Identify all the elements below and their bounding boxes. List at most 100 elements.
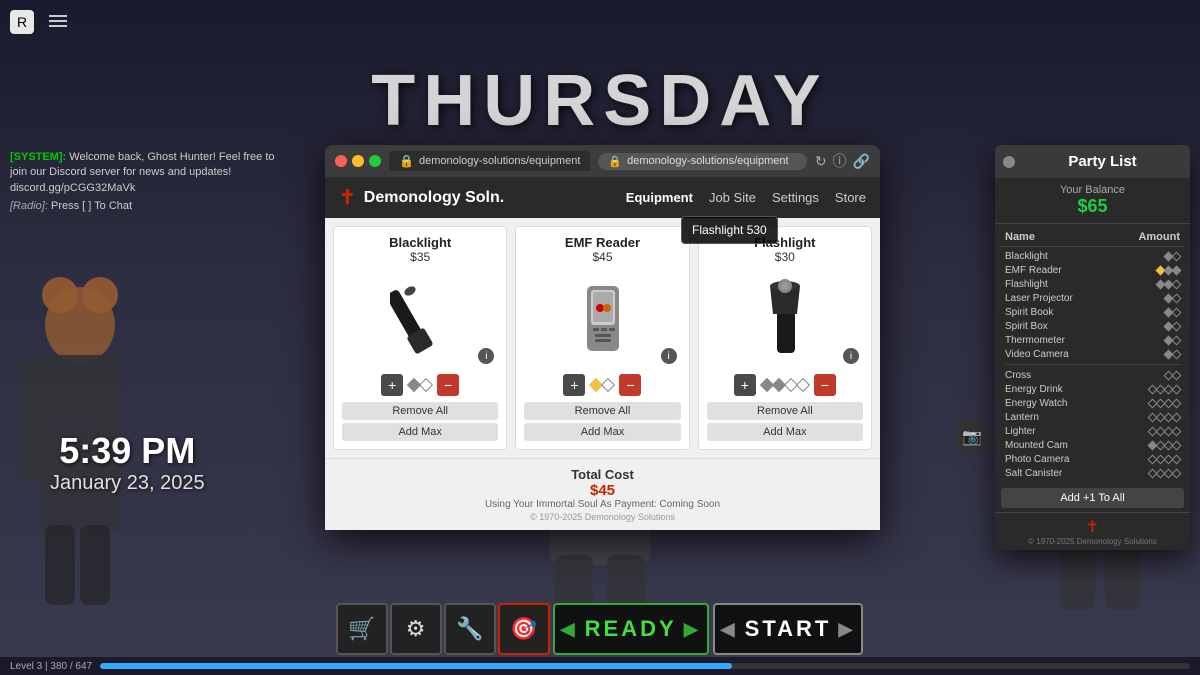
emfreader-qty-controls: + − (563, 374, 641, 396)
party-row-laserprojector: Laser Projector (1001, 291, 1184, 305)
tools-button[interactable]: 🔧 (444, 603, 496, 655)
nav-jobsite[interactable]: Job Site (709, 190, 756, 205)
settings-button[interactable]: ⚙ (390, 603, 442, 655)
maximize-button[interactable] (369, 155, 381, 167)
party-row-energywatch: Energy Watch (1001, 396, 1184, 410)
party-item-name: Energy Drink (1005, 384, 1063, 395)
target-button[interactable]: 🎯 (498, 603, 550, 655)
party-dots (1157, 281, 1180, 288)
dot (1172, 468, 1182, 478)
nav-settings[interactable]: Settings (772, 190, 819, 205)
emfreader-add-max-btn[interactable]: Add Max (524, 423, 680, 441)
flashlight-add-btn[interactable]: + (734, 374, 756, 396)
ready-label: READY (585, 616, 677, 642)
emfreader-remove-btn[interactable]: − (619, 374, 641, 396)
blacklight-remove-btn[interactable]: − (437, 374, 459, 396)
flashlight-price: $30 (775, 250, 795, 264)
party-item-name: Thermometer (1005, 335, 1065, 346)
party-item-name: Blacklight (1005, 251, 1048, 262)
dot (1172, 265, 1182, 275)
party-footer: ✝ © 1970-2025 Demonology Solutions (995, 512, 1190, 550)
level-text: Level 3 | 380 / 647 (10, 661, 92, 672)
level-bar-bg (100, 663, 1190, 669)
equipment-card-emfreader: EMF Reader $45 i (515, 226, 689, 450)
dot (1172, 307, 1182, 317)
radio-label: [Radio]: (10, 200, 48, 212)
emfreader-actions: Remove All Add Max (524, 402, 680, 441)
party-item-name: Flashlight (1005, 279, 1048, 290)
total-cost-value: $45 (333, 482, 872, 499)
ready-button[interactable]: READY (553, 603, 709, 655)
refresh-button[interactable]: ↻ (815, 153, 827, 170)
footer-note: Using Your Immortal Soul As Payment: Com… (333, 499, 872, 510)
bookmark-button[interactable]: 🔗 (853, 153, 870, 170)
diamond-2 (419, 378, 433, 392)
flashlight-remove-all-btn[interactable]: Remove All (707, 402, 863, 420)
start-label: START (745, 616, 832, 642)
equipment-grid: Blacklight $35 i + − (325, 218, 880, 458)
emfreader-qty-diamonds (591, 380, 613, 390)
party-dots (1165, 323, 1180, 330)
url-bar[interactable]: 🔒 demonology-solutions/equipment (598, 153, 806, 170)
browser-actions: ↻ ⓘ 🔗 (815, 151, 870, 171)
blacklight-add-btn[interactable]: + (381, 374, 403, 396)
party-footer-cross-icon: ✝ (999, 517, 1186, 537)
balance-value: $65 (1001, 196, 1184, 217)
emfreader-add-btn[interactable]: + (563, 374, 585, 396)
cart-button[interactable]: 🛒 (336, 603, 388, 655)
chat-area: [SYSTEM]: Welcome back, Ghost Hunter! Fe… (10, 150, 290, 212)
party-status-dot (1003, 156, 1015, 168)
emfreader-remove-all-btn[interactable]: Remove All (524, 402, 680, 420)
dot (1172, 454, 1182, 464)
blacklight-qty-controls: + − (381, 374, 459, 396)
tab-icon: 🔒 (399, 154, 414, 168)
party-row-videocamera: Video Camera (1001, 347, 1184, 361)
blacklight-add-max-btn[interactable]: Add Max (342, 423, 498, 441)
party-add-all-btn[interactable]: Add +1 To All (1001, 488, 1184, 508)
roblox-logo[interactable]: R (10, 10, 34, 34)
party-item-name: Lantern (1005, 412, 1039, 423)
app-nav: ✝ Demonology Soln. Equipment Job Site Se… (325, 177, 880, 218)
wrench-icon: 🔧 (456, 616, 483, 642)
dot (1172, 279, 1182, 289)
start-button[interactable]: START (713, 603, 864, 655)
radio-message: [Radio]: Press [ ] To Chat (10, 200, 290, 212)
browser-tab[interactable]: 🔒 demonology-solutions/equipment (389, 151, 590, 171)
app-brand-name: Demonology Soln. (364, 189, 504, 207)
blacklight-remove-all-btn[interactable]: Remove All (342, 402, 498, 420)
flashlight-add-max-btn[interactable]: Add Max (707, 423, 863, 441)
close-button[interactable] (335, 155, 347, 167)
emfreader-info-btn[interactable]: i (661, 348, 677, 364)
flashlight-info-btn[interactable]: i (843, 348, 859, 364)
flashlight-remove-btn[interactable]: − (814, 374, 836, 396)
party-dots (1149, 414, 1180, 421)
balance-label: Your Balance (1001, 184, 1184, 196)
blacklight-info-btn[interactable]: i (478, 348, 494, 364)
blacklight-actions: Remove All Add Max (342, 402, 498, 441)
nav-equipment[interactable]: Equipment (626, 190, 693, 205)
nav-store[interactable]: Store (835, 190, 866, 205)
party-dots (1157, 267, 1180, 274)
radio-text: Press [ ] To Chat (51, 200, 132, 212)
party-row-saltcanister: Salt Canister (1001, 466, 1184, 480)
party-dots (1149, 456, 1180, 463)
info-button[interactable]: ⓘ (833, 151, 847, 171)
clock-date: January 23, 2025 (50, 472, 205, 495)
menu-icon[interactable] (44, 10, 72, 34)
blacklight-price: $35 (410, 250, 430, 264)
party-row-lighter: Lighter (1001, 424, 1184, 438)
dot (1172, 426, 1182, 436)
dot (1172, 349, 1182, 359)
party-item-name: Video Camera (1005, 349, 1069, 360)
blacklight-image: i (342, 268, 498, 368)
party-row-cross: Cross (1001, 368, 1184, 382)
minimize-button[interactable] (352, 155, 364, 167)
screenshot-button[interactable]: 📷 (954, 419, 990, 455)
level-bar: Level 3 | 380 / 647 (0, 657, 1200, 675)
emfreader-image: i (524, 268, 680, 368)
party-dots (1165, 253, 1180, 260)
party-balance-section: Your Balance $65 (995, 178, 1190, 224)
party-row-thermometer: Thermometer (1001, 333, 1184, 347)
blacklight-name: Blacklight (389, 235, 451, 250)
url-text: demonology-solutions/equipment (627, 155, 788, 167)
